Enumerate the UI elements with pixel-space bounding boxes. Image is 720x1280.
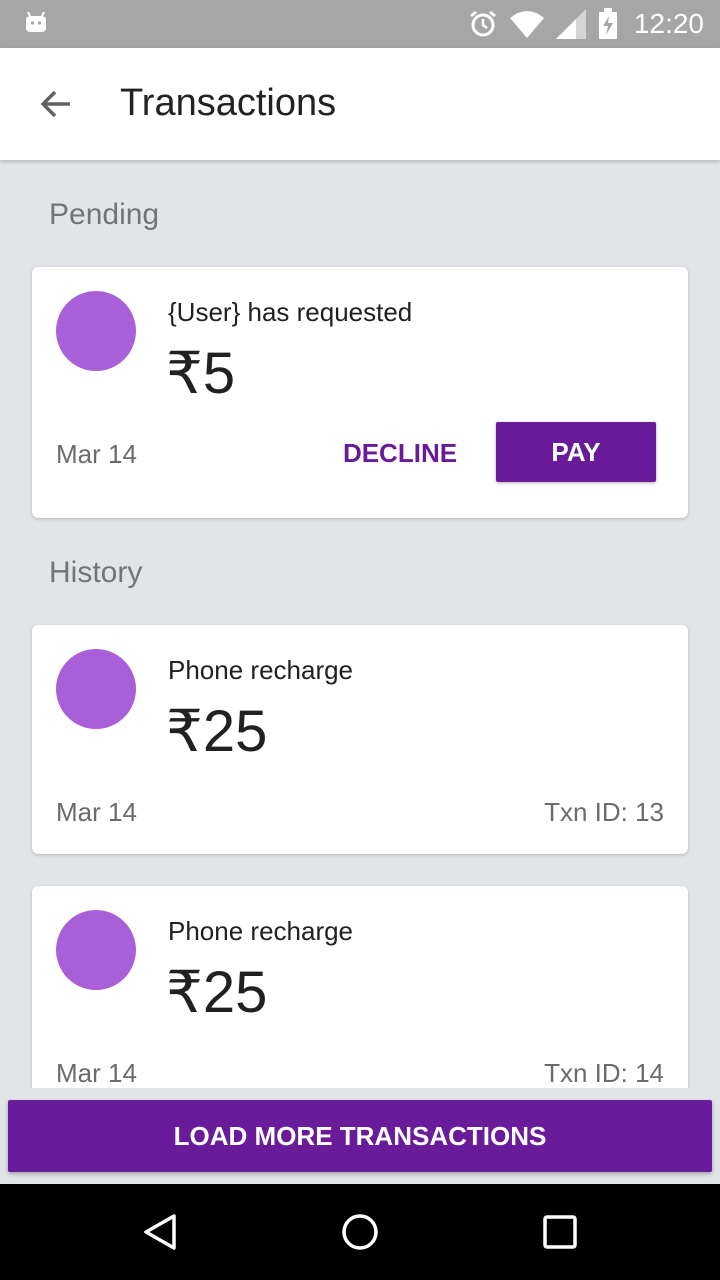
history-section-title: History — [49, 556, 143, 589]
nav-home-button[interactable] — [328, 1200, 392, 1264]
transaction-id: Txn ID: 14 — [544, 1058, 664, 1088]
recents-square-icon — [543, 1215, 577, 1249]
pending-section-title: Pending — [49, 198, 160, 231]
page-title: Transactions — [120, 82, 337, 124]
request-description: {User} has requested — [168, 297, 413, 327]
transaction-description: Phone recharge — [168, 916, 354, 946]
avatar — [56, 649, 136, 729]
wifi-icon — [509, 11, 544, 38]
transaction-description: Phone recharge — [168, 655, 354, 685]
app-bar: Transactions — [0, 48, 720, 160]
status-time: 12:20 — [633, 8, 704, 39]
transactions-list[interactable]: Pending {User} has requested ₹5 Mar 14 D… — [0, 160, 720, 1088]
nav-back-button[interactable] — [128, 1200, 192, 1264]
signal-icon — [555, 9, 586, 39]
decline-button[interactable]: DECLINE — [332, 423, 468, 483]
android-icon — [26, 11, 46, 32]
status-bar: 12:20 — [0, 0, 720, 48]
pending-request-card: {User} has requested ₹5 Mar 14 DECLINE P… — [32, 267, 688, 518]
arrow-back-icon — [40, 90, 70, 118]
home-circle-icon — [342, 1214, 378, 1250]
transaction-amount: ₹25 — [166, 699, 268, 764]
avatar — [56, 291, 136, 371]
history-card[interactable]: Phone recharge ₹25 Mar 14 Txn ID: 14 — [32, 886, 688, 1088]
avatar — [56, 910, 136, 990]
nav-recents-button[interactable] — [528, 1200, 592, 1264]
back-triangle-icon — [144, 1214, 176, 1250]
battery-charging-icon — [598, 8, 617, 39]
history-card[interactable]: Phone recharge ₹25 Mar 14 Txn ID: 13 — [32, 625, 688, 854]
load-more-button[interactable]: LOAD MORE TRANSACTIONS — [8, 1100, 712, 1172]
request-date: Mar 14 — [56, 439, 137, 469]
back-button[interactable] — [24, 76, 88, 132]
pay-button[interactable]: PAY — [496, 422, 656, 482]
transaction-id: Txn ID: 13 — [544, 797, 664, 827]
transaction-amount: ₹25 — [166, 960, 268, 1025]
transaction-date: Mar 14 — [56, 797, 137, 827]
navigation-bar — [0, 1184, 720, 1280]
transaction-date: Mar 14 — [56, 1058, 137, 1088]
alarm-icon — [469, 10, 496, 37]
request-amount: ₹5 — [166, 341, 236, 406]
